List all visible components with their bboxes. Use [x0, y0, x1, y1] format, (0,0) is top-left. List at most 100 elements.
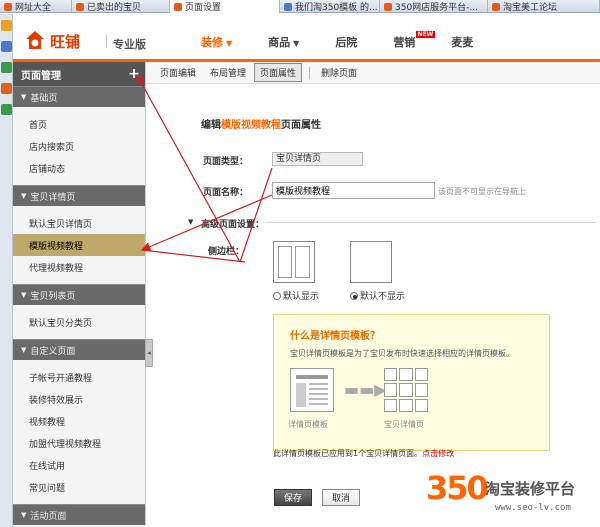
sidebar-page-item[interactable]: 店内搜索页: [13, 135, 145, 157]
browser-tab-label: 已卖出的宝贝: [87, 3, 142, 13]
page-title: 编辑模版视频教程页面属性: [201, 116, 321, 131]
sidebar-page-item[interactable]: 常见问题: [13, 476, 145, 498]
sidebar-page-item[interactable]: 代理视频教程: [13, 256, 145, 278]
nav-item[interactable]: 麦麦: [451, 34, 473, 50]
favorites-star-icon[interactable]: [1, 20, 12, 31]
toolbar-tab[interactable]: 页面编辑: [154, 63, 202, 82]
reader-icon[interactable]: [1, 62, 12, 73]
sidebar-group-header[interactable]: ▼ 自定义页面: [13, 339, 145, 360]
applied-text: 此详情页模板已应用到1个宝贝详情页面。: [273, 449, 423, 458]
layout-with-sidebar-option[interactable]: [273, 241, 315, 283]
page-type-value: 宝贝详情页: [272, 152, 363, 166]
layout-without-sidebar-option[interactable]: [350, 241, 392, 283]
advanced-toggle-icon[interactable]: ▼: [188, 218, 193, 226]
sidebar-page-item[interactable]: 模版视频教程: [13, 234, 145, 256]
page-management-sidebar: 页面管理 + ▼ 基础页 首页 店内搜索页 店铺动态 ▼ 宝贝详情页 默认宝贝详情页 模版视频教…: [13, 62, 146, 527]
sidebar-group-header[interactable]: ▼ 宝贝详情页: [13, 185, 145, 206]
delete-page-button[interactable]: 删除页面: [315, 63, 363, 82]
page-type-label: 页面类型：: [203, 157, 249, 167]
edit-applied-link[interactable]: 点击修改: [422, 449, 454, 458]
browser-tab[interactable]: 网址大全: [0, 0, 72, 13]
sidebar-group-header[interactable]: ▼ 宝贝列表页: [13, 284, 145, 305]
advanced-divider: [266, 222, 596, 223]
layout-main-col: [295, 246, 310, 278]
browser-tab[interactable]: 已卖出的宝贝: [72, 0, 170, 13]
main-nav: 装修 ▼ 商品 ▼ 后院 营销 NEW 麦麦: [201, 31, 509, 50]
collapse-triangle-icon: ▼: [21, 346, 27, 354]
sidebar-group-label: 基础页: [30, 93, 58, 104]
add-page-button[interactable]: +: [123, 66, 145, 82]
history-icon[interactable]: [1, 41, 12, 52]
browser-tab-label: 我们淘350模板 的...: [295, 3, 378, 13]
sidebar-page-item[interactable]: 子帐号开通教程: [13, 366, 145, 388]
page-name-input[interactable]: [272, 182, 435, 199]
nav-item[interactable]: 后院: [335, 34, 357, 50]
sidebar-group-header[interactable]: ▼ 活动页面: [13, 504, 145, 525]
detail-template-icon: [290, 368, 334, 412]
tab-favicon-icon: [76, 2, 84, 11]
sidebar-groups: ▼ 基础页 首页 店内搜索页 店铺动态 ▼ 宝贝详情页 默认宝贝详情页 模版视频教程 代理视频教程…: [13, 86, 145, 525]
nav-item[interactable]: 营销 NEW: [393, 31, 436, 50]
sidebar-page-item[interactable]: 默认宝贝分类页: [13, 311, 145, 333]
browser-tab[interactable]: 350网店服务平台-...: [380, 0, 488, 13]
caption-item-detail-page: 宝贝详情页: [384, 420, 424, 429]
house-logo-icon: [26, 31, 44, 49]
tab-favicon-icon: [492, 2, 500, 11]
radio-default-show[interactable]: 默认显示: [273, 289, 319, 302]
nav-item-label: 商品: [268, 36, 291, 49]
tab-favicon-icon: [4, 2, 12, 11]
arrow-right-icon: ▬▬▶: [344, 380, 387, 399]
radio-default-hide-circle[interactable]: [350, 291, 358, 300]
browser-tab-label: 350网店服务平台-...: [395, 3, 479, 13]
browser-tab[interactable]: 我们淘350模板 的...: [280, 0, 380, 13]
toolbar-tab[interactable]: 布局管理: [204, 63, 252, 82]
sidebar-title: 页面管理: [21, 70, 61, 82]
collapse-triangle-icon: ▼: [21, 511, 27, 519]
sidebar-page-item[interactable]: 视频教程: [13, 410, 145, 432]
template-info-panel: 什么是详情页模板？ 宝贝详情页模板是为了宝贝发布时快速选择相应的详情页模板。 ▬…: [273, 314, 550, 451]
radio-default-hide-label: 默认不显示: [360, 292, 406, 302]
toolbar-divider: [309, 66, 311, 79]
nav-item-label: 营销: [393, 36, 416, 49]
radio-default-show-label: 默认显示: [283, 292, 320, 302]
applied-status: 此详情页模板已应用到1个宝贝详情页面。点击修改: [273, 448, 454, 459]
cancel-button[interactable]: 取消: [322, 489, 360, 506]
brand-logo[interactable]: 旺铺: [50, 31, 80, 52]
radio-default-show-circle[interactable]: [273, 291, 281, 300]
nav-item-label: 装修: [201, 36, 223, 49]
sidebar-group-label: 自定义页面: [30, 346, 76, 357]
page-toolbar: 页面编辑 布局管理 页面属性 删除页面: [146, 62, 600, 84]
page-name-label: 页面名称：: [203, 188, 249, 198]
sidebar-group-label: 活动页面: [30, 511, 67, 522]
browser-tab-strip: 网址大全 已卖出的宝贝 页面设置 我们淘350模板 的... 350网店服务平台-...…: [0, 0, 600, 13]
sidebar-page-item[interactable]: 首页: [13, 113, 145, 135]
sidebar-page-item[interactable]: 店铺动态: [13, 157, 145, 179]
sidebar-setting-label: 侧边栏：: [208, 247, 245, 257]
title-page-name: 模版视频教程: [221, 120, 281, 131]
collapse-triangle-icon: ▼: [21, 291, 27, 299]
chevron-down-icon: ▼: [293, 39, 300, 48]
sidebar-page-item[interactable]: 加盟代理视频教程: [13, 432, 145, 454]
app-icon[interactable]: [1, 83, 12, 94]
chevron-down-icon: ▼: [226, 39, 233, 48]
nav-item[interactable]: 商品 ▼: [268, 34, 299, 50]
sidebar-group-header[interactable]: ▼ 基础页: [13, 86, 145, 107]
caption-detail-template: 详情页模板: [288, 420, 328, 429]
browser-side-rail: [0, 14, 13, 527]
sidebar-page-item[interactable]: 默认宝贝详情页: [13, 212, 145, 234]
sidebar-page-item[interactable]: 装修特效展示: [13, 388, 145, 410]
sidebar-page-item[interactable]: 在线试用: [13, 454, 145, 476]
tab-favicon-icon: [284, 2, 292, 11]
collapse-triangle-icon: ▼: [21, 93, 27, 101]
page-properties-panel: 编辑模版视频教程页面属性 页面类型： 宝贝详情页 页面名称： 该页面不可显示在导…: [146, 84, 600, 527]
advanced-settings-label[interactable]: 高级页面设置：: [201, 217, 264, 230]
save-button[interactable]: 保存: [274, 489, 312, 506]
tab-favicon-icon: [174, 2, 182, 11]
toolbar-tab[interactable]: 页面属性: [254, 63, 303, 82]
tool-icon[interactable]: [1, 104, 12, 115]
browser-tab[interactable]: 页面设置: [170, 0, 280, 13]
browser-tab[interactable]: 淘宝美工论坛: [488, 0, 600, 13]
nav-item[interactable]: 装修 ▼: [201, 34, 232, 50]
radio-default-hide[interactable]: 默认不显示: [350, 289, 405, 302]
watermark-url: www.seo-lv.com: [495, 503, 571, 513]
